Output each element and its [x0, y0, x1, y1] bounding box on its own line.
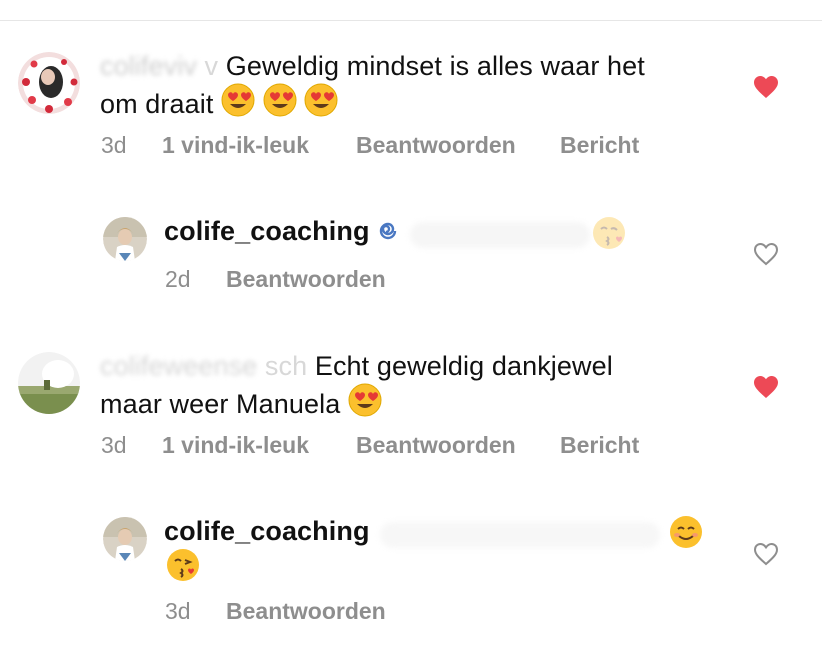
blurred-username[interactable]: colifeviv	[100, 51, 205, 81]
reply-button[interactable]: Beantwoorden	[356, 132, 516, 159]
comment-line-2: maar weer Manuela	[100, 389, 341, 419]
comment-line-1: Echt geweldig dankjewel	[314, 351, 613, 381]
comment-time: 3d	[101, 132, 127, 158]
avatar[interactable]	[103, 217, 147, 261]
blurred-username[interactable]: colifeweense	[100, 351, 265, 381]
avatar[interactable]	[18, 352, 80, 414]
avatar[interactable]	[18, 52, 80, 114]
top-divider	[0, 20, 822, 21]
reply-button[interactable]: Beantwoorden	[226, 266, 386, 293]
heart-eyes-emoji	[348, 383, 382, 425]
likes-count-button[interactable]: 1 vind-ik-leuk	[162, 132, 309, 159]
comment-text: colifeviv v Geweldig mindset is alles wa…	[100, 50, 740, 125]
kissing-emoji	[166, 548, 200, 587]
heart-eyes-emoji	[304, 83, 338, 125]
smiling-emoji	[669, 515, 703, 554]
reply-time: 2d	[165, 266, 191, 292]
reply-time: 3d	[165, 598, 191, 624]
swirl-emoji	[377, 217, 399, 250]
likes-count-button[interactable]: 1 vind-ik-leuk	[162, 432, 309, 459]
message-button[interactable]: Bericht	[560, 432, 639, 459]
blurred-text	[410, 222, 590, 248]
avatar[interactable]	[103, 517, 147, 561]
kissing-emoji	[592, 216, 626, 255]
message-button[interactable]: Bericht	[560, 132, 639, 159]
heart-outline-icon[interactable]	[753, 542, 779, 566]
reply-username[interactable]: colife_coaching	[164, 516, 370, 546]
reply-button[interactable]: Beantwoorden	[226, 598, 386, 625]
reply-button[interactable]: Beantwoorden	[356, 432, 516, 459]
comment-time: 3d	[101, 432, 127, 458]
heart-icon[interactable]	[753, 75, 779, 99]
comment-line-1: Geweldig mindset is alles waar het	[225, 51, 645, 81]
blurred-text	[380, 522, 660, 548]
reply-username[interactable]: colife_coaching	[164, 216, 370, 246]
heart-eyes-emoji	[221, 83, 255, 125]
heart-eyes-emoji	[263, 83, 297, 125]
heart-icon[interactable]	[753, 375, 779, 399]
heart-outline-icon[interactable]	[753, 242, 779, 266]
comment-line-2: om draait	[100, 89, 214, 119]
comment-text: colifeweense sch Echt geweldig dankjewel…	[100, 350, 740, 425]
